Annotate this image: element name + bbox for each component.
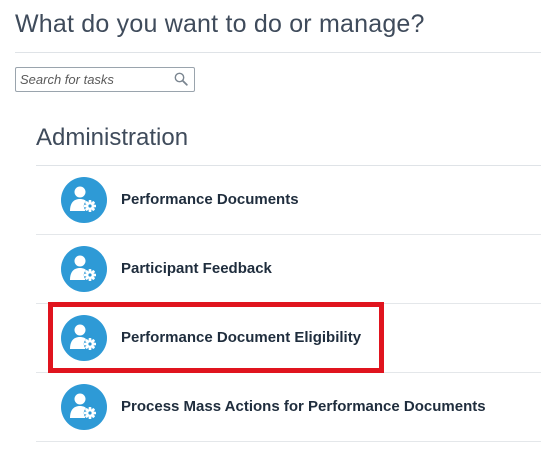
search-field[interactable] — [15, 67, 195, 92]
section-title: Administration — [36, 124, 189, 151]
task-item-process-mass-actions[interactable]: Process Mass Actions for Performance Doc… — [36, 373, 541, 442]
title-divider — [15, 52, 541, 53]
search-icon[interactable] — [174, 72, 188, 86]
user-gear-icon — [61, 246, 107, 292]
task-label[interactable]: Performance Document Eligibility — [121, 304, 361, 372]
task-item-performance-document-eligibility[interactable]: Performance Document Eligibility — [36, 304, 541, 373]
task-label[interactable]: Participant Feedback — [121, 235, 272, 303]
task-item-participant-feedback[interactable]: Participant Feedback — [36, 235, 541, 304]
user-gear-icon — [61, 384, 107, 430]
search-input[interactable] — [20, 71, 170, 88]
task-item-performance-documents[interactable]: Performance Documents — [36, 166, 541, 235]
user-gear-icon — [61, 177, 107, 223]
user-gear-icon — [61, 315, 107, 361]
task-label[interactable]: Performance Documents — [121, 166, 299, 234]
page-title: What do you want to do or manage? — [15, 10, 425, 38]
task-list: Performance Documents Participant Feedba… — [36, 166, 541, 442]
task-label[interactable]: Process Mass Actions for Performance Doc… — [121, 373, 486, 441]
